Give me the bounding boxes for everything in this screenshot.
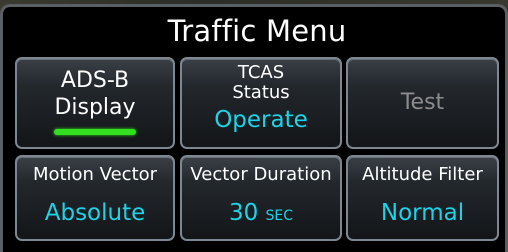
- adsb-annunciator-bar: [54, 129, 136, 135]
- menu-title: Traffic Menu: [167, 14, 347, 48]
- vector-duration-number: 30: [228, 200, 259, 226]
- adsb-label: ADS-B: [60, 68, 130, 93]
- altitude-filter-button[interactable]: Altitude Filter Normal: [346, 155, 499, 241]
- vector-duration-button[interactable]: Vector Duration 30 SEC: [180, 155, 342, 241]
- altitude-filter-value: Normal: [380, 200, 465, 226]
- vector-duration-label: Vector Duration: [190, 164, 332, 185]
- altitude-filter-label: Altitude Filter: [362, 164, 483, 185]
- test-button[interactable]: Test: [346, 57, 499, 149]
- test-label: Test: [400, 90, 445, 115]
- vector-duration-unit: SEC: [265, 208, 294, 224]
- motion-vector-label: Motion Vector: [32, 164, 158, 185]
- tcas-status-button[interactable]: TCAS Status Operate: [180, 57, 342, 149]
- status-label: Status: [232, 82, 290, 103]
- vector-duration-value: 30 SEC: [182, 201, 340, 228]
- adsb-display-button[interactable]: ADS-B Display: [15, 57, 175, 149]
- tcas-label: TCAS: [237, 62, 285, 83]
- motion-vector-button[interactable]: Motion Vector Absolute: [15, 155, 175, 241]
- traffic-menu-screen: Traffic Menu ADS-B Display TCAS Status O…: [0, 0, 508, 252]
- display-label: Display: [54, 95, 136, 120]
- tcas-status-value: Operate: [214, 107, 308, 133]
- motion-vector-value: Absolute: [44, 200, 146, 226]
- traffic-menu-window: Traffic Menu ADS-B Display TCAS Status O…: [0, 4, 508, 252]
